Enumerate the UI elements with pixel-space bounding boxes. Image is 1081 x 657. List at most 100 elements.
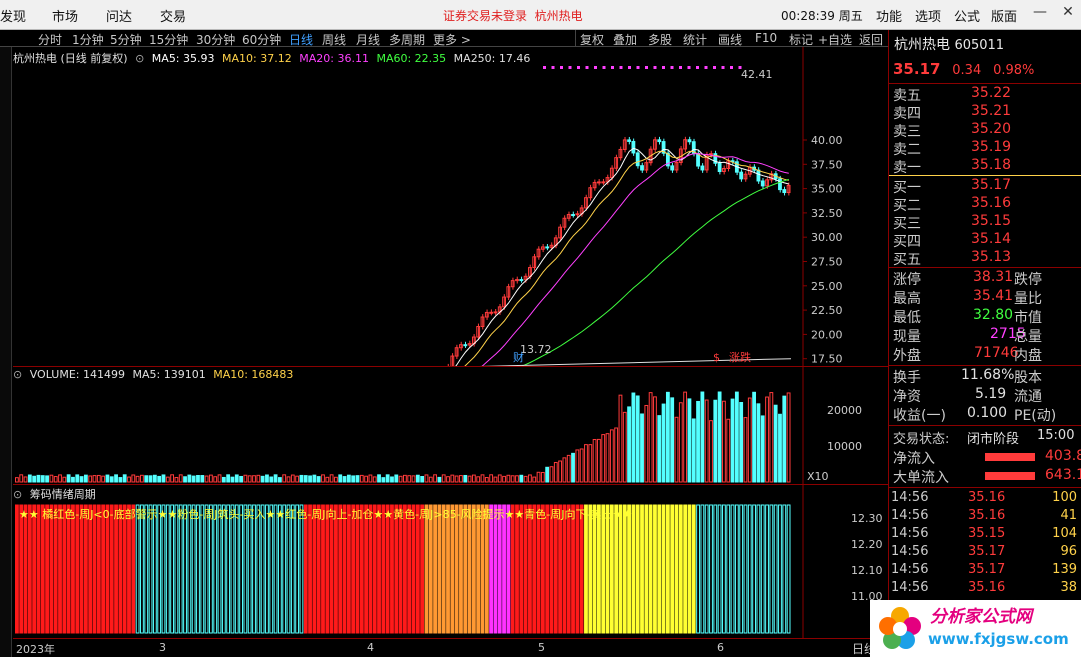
tool-draw-line[interactable]: 画线 <box>718 31 742 48</box>
period-tab-60min[interactable]: 60分钟 <box>242 31 281 48</box>
menu-wenda[interactable]: 问达 <box>106 6 132 25</box>
indicator-bar <box>752 504 757 634</box>
bid-row[interactable]: 买四 35.14 <box>893 231 1079 250</box>
close-icon[interactable]: ✕ <box>1058 4 1078 20</box>
quote-panel: 杭州热电 605011 35.17 0.34 0.98% 卖五 35.22 卖四 3… <box>888 30 1081 657</box>
tick-time: 14:56 <box>891 526 929 541</box>
volume-bar <box>140 474 144 483</box>
ask-row[interactable]: 卖三 35.20 <box>893 121 1079 140</box>
ask-row[interactable]: 卖二 35.19 <box>893 139 1079 158</box>
indicator-bar <box>683 504 688 634</box>
period-tab-5min[interactable]: 5分钟 <box>110 31 142 48</box>
period-tab-daily[interactable]: 日线 <box>289 31 313 48</box>
indicator-bar <box>463 504 468 634</box>
period-tab-multi[interactable]: 多周期 <box>389 31 425 48</box>
period-tab-1min[interactable]: 1分钟 <box>72 31 104 48</box>
volume-bar <box>765 396 769 483</box>
volume-bar <box>355 475 360 483</box>
tool-multi-stock[interactable]: 多股 <box>648 31 672 48</box>
menu-layout[interactable]: 版面 <box>991 6 1017 25</box>
menu-options[interactable]: 选项 <box>915 6 941 25</box>
volume-bar <box>265 474 269 483</box>
indicator-bar <box>528 504 532 634</box>
period-tab-more[interactable]: 更多 > <box>433 31 471 48</box>
ask-row[interactable]: 卖五 35.22 <box>893 85 1079 104</box>
candle-body <box>640 165 644 171</box>
net-inflow-value: 403.8 <box>1045 448 1081 464</box>
bid-row[interactable]: 买五 35.13 <box>893 249 1079 268</box>
volume-bar <box>549 466 554 483</box>
indicator-bar <box>648 504 653 634</box>
indicator-bar <box>191 504 196 634</box>
indicator-bar <box>467 504 472 634</box>
period-tab-30min[interactable]: 30分钟 <box>196 31 235 48</box>
volume-bar <box>135 475 140 483</box>
volume-bar <box>36 474 41 483</box>
indicator-bar <box>661 504 666 634</box>
candlestick-chart[interactable]: 40.00 37.50 35.00 32.50 30.00 27.50 25.00 22.50… <box>13 47 888 367</box>
indicator-bar <box>256 504 261 634</box>
indicator-chart[interactable]: 12.3012.2012.1011.00★★ 橘红色-周J<0-底部警示★★粉色… <box>13 484 888 638</box>
signal-dot <box>670 66 674 69</box>
bid-row[interactable]: 买二 35.16 <box>893 195 1079 214</box>
price-tick-label: 20.00 <box>811 328 843 341</box>
menu-discover[interactable]: 发现 <box>0 6 26 25</box>
tool-stats[interactable]: 统计 <box>683 31 707 48</box>
volume-bar <box>165 476 170 483</box>
tool-overlay[interactable]: 叠加 <box>613 31 637 48</box>
volume-bar <box>528 474 532 483</box>
tick-time: 14:56 <box>891 562 929 577</box>
tool-f10[interactable]: F10 <box>755 31 777 45</box>
ask-row[interactable]: 卖一 35.18 <box>893 157 1079 176</box>
candle-body <box>657 139 662 143</box>
indicator-bar <box>92 504 97 634</box>
indicator-bar <box>493 504 498 634</box>
period-tab-intraday[interactable]: 分时 <box>38 31 62 48</box>
candle-body <box>760 180 765 187</box>
indicator-bar <box>252 504 256 634</box>
divider <box>889 487 1081 488</box>
volume-bar <box>316 476 321 483</box>
tool-mark[interactable]: 标记 <box>789 31 813 48</box>
volume-bar <box>53 476 58 483</box>
indicator-bar <box>700 504 705 634</box>
period-tab-weekly[interactable]: 周线 <box>322 31 346 48</box>
candle-body <box>489 311 494 314</box>
bid-row[interactable]: 买一 35.17 <box>893 177 1079 196</box>
period-tab-monthly[interactable]: 月线 <box>356 31 380 48</box>
minimize-icon[interactable]: — <box>1030 4 1050 20</box>
indicator-bar <box>476 504 481 634</box>
candle-body <box>778 178 782 191</box>
tool-adjust[interactable]: 复权 <box>580 31 604 48</box>
menu-market[interactable]: 市场 <box>52 6 78 25</box>
period-tab-15min[interactable]: 15分钟 <box>149 31 188 48</box>
volume-bar <box>45 475 49 483</box>
quote-change: 0.34 <box>952 63 982 78</box>
menu-formula[interactable]: 公式 <box>954 6 980 25</box>
toolbar-divider <box>575 30 576 46</box>
indicator-bar <box>161 504 166 634</box>
indicator-bar <box>351 504 356 634</box>
bid-row[interactable]: 买三 35.15 <box>893 213 1079 232</box>
menu-trade[interactable]: 交易 <box>160 6 186 25</box>
indicator-bar <box>170 504 175 634</box>
volume-bar <box>700 391 705 483</box>
indicator-bar <box>329 504 334 634</box>
volume-chart[interactable]: 20000 10000 X10 <box>13 366 888 484</box>
bid-price: 35.17 <box>971 177 1012 193</box>
indicator-tick-label: 12.10 <box>851 564 883 577</box>
tick-volume: 96 <box>1060 544 1077 559</box>
ask-row[interactable]: 卖四 35.21 <box>893 103 1079 122</box>
indicator-bar <box>226 504 231 634</box>
volume-bar <box>390 476 394 483</box>
indicator-bar <box>390 504 394 634</box>
indicator-bar <box>441 504 446 634</box>
volume-bar <box>411 475 416 483</box>
menu-function[interactable]: 功能 <box>876 6 902 25</box>
indicator-bar <box>303 504 308 634</box>
login-notice[interactable]: 证券交易未登录 杭州热电 <box>443 7 583 24</box>
tool-back[interactable]: 返回 <box>859 31 883 48</box>
divider <box>889 267 1081 268</box>
tool-add-watchlist[interactable]: +自选 <box>818 31 852 48</box>
indicator-bar <box>45 504 49 634</box>
